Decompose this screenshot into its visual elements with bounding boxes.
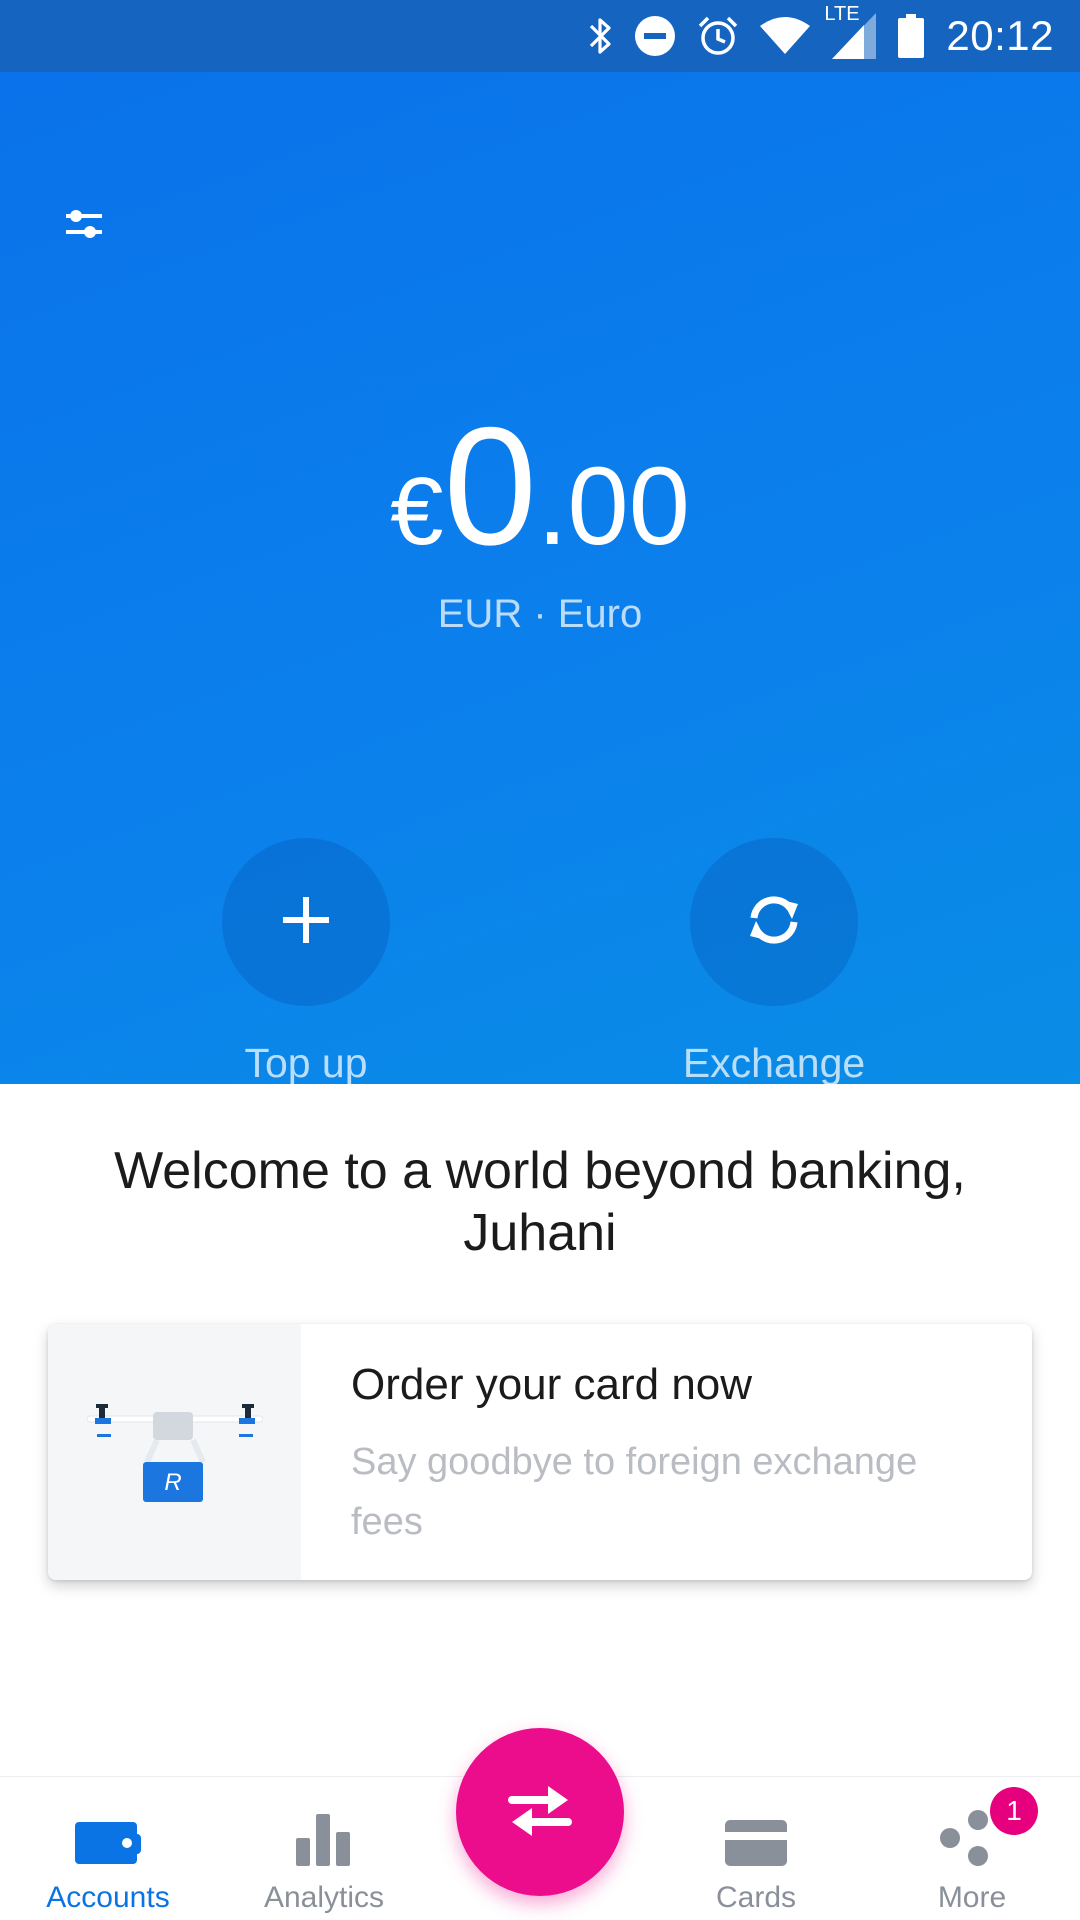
plus-icon — [279, 893, 333, 952]
balance-decimal: .00 — [536, 445, 690, 568]
refresh-icon — [742, 892, 806, 953]
signal-icon: LTE — [824, 3, 878, 61]
settings-button[interactable] — [56, 198, 112, 254]
balance-integer: 0 — [443, 392, 537, 580]
nav-analytics[interactable]: Analytics — [216, 1777, 432, 1920]
nav-analytics-label: Analytics — [263, 1881, 385, 1914]
transfer-fab[interactable] — [456, 1728, 624, 1896]
currency-symbol: € — [390, 458, 444, 565]
network-label: LTE — [824, 3, 860, 25]
wifi-icon — [760, 16, 811, 56]
nav-cards-label: Cards — [715, 1881, 797, 1914]
nav-more[interactable]: More 1 — [864, 1777, 1080, 1920]
card-icon — [725, 1820, 787, 1871]
status-bar: LTE 20:12 — [0, 0, 1080, 72]
promo-subtitle: Say goodbye to foreign exchange fees — [351, 1441, 918, 1543]
exchange-label: Exchange — [682, 1040, 866, 1086]
battery-icon — [898, 14, 925, 58]
promo-text: Order your card now Say goodbye to forei… — [301, 1324, 1032, 1580]
order-card-promo[interactable]: R Order your card now Say goodbye to for… — [48, 1324, 1032, 1580]
wallet-icon — [75, 1818, 141, 1871]
exchange-circle[interactable] — [690, 838, 858, 1006]
nav-more-label: More — [937, 1881, 1007, 1914]
account-hero: €0.00 EUR · Euro Top up Exchange — [0, 72, 1080, 1087]
card-logo-letter: R — [164, 1469, 181, 1496]
do-not-disturb-icon — [634, 15, 676, 57]
welcome-message: Welcome to a world beyond banking, Juhan… — [114, 1142, 966, 1262]
balance-amount: €0.00 — [0, 402, 1080, 570]
sliders-icon — [62, 204, 106, 249]
top-up-label: Top up — [244, 1040, 368, 1086]
promo-title: Order your card now — [351, 1360, 753, 1409]
currency-label[interactable]: EUR · Euro — [0, 592, 1080, 637]
clock: 20:12 — [946, 12, 1054, 59]
nav-accounts[interactable]: Accounts — [0, 1777, 216, 1920]
bluetooth-icon — [588, 16, 614, 56]
exchange-button[interactable]: Exchange — [624, 838, 924, 1087]
top-up-button[interactable]: Top up — [156, 838, 456, 1087]
drone-card-illustration: R — [48, 1324, 301, 1580]
transfer-arrows-icon — [506, 1780, 574, 1845]
nav-cards[interactable]: Cards — [648, 1777, 864, 1920]
nav-accounts-label: Accounts — [46, 1881, 170, 1914]
bar-chart-icon — [294, 1814, 354, 1871]
top-up-circle[interactable] — [222, 838, 390, 1006]
alarm-icon — [696, 14, 740, 58]
notification-badge: 1 — [990, 1787, 1038, 1835]
